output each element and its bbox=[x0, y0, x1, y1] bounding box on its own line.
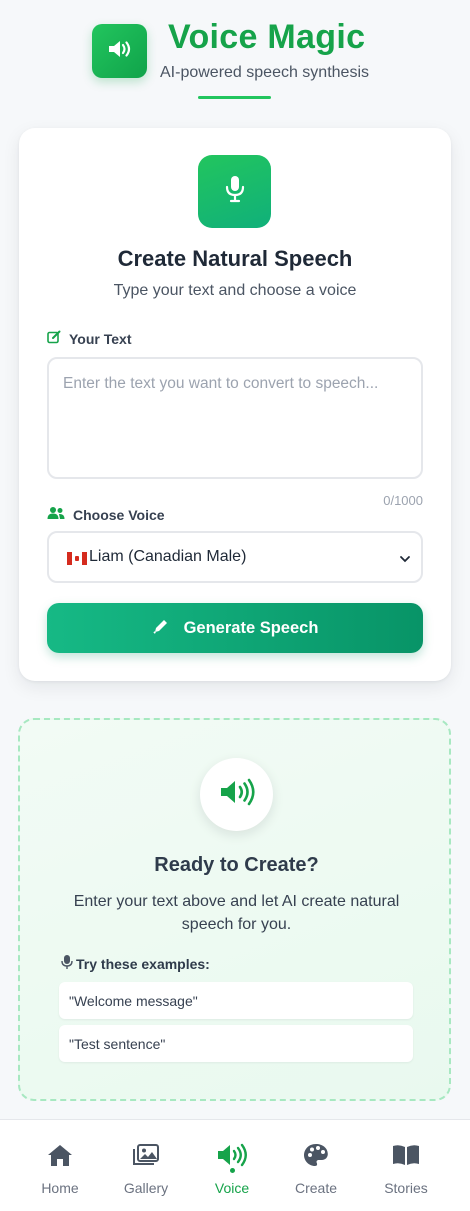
voice-select-value: Liam (Canadian Male) bbox=[89, 548, 247, 565]
users-icon bbox=[47, 506, 65, 523]
nav-home-label: Home bbox=[41, 1180, 79, 1196]
nav-home[interactable]: Home bbox=[20, 1120, 100, 1211]
edit-icon bbox=[47, 330, 61, 347]
app-title: Voice Magic bbox=[168, 18, 366, 56]
nav-voice[interactable]: Voice bbox=[192, 1120, 272, 1211]
text-field-label: Your Text bbox=[47, 330, 132, 347]
ready-text: Enter your text above and let AI create … bbox=[73, 893, 400, 933]
app-subtitle: AI-powered speech synthesis bbox=[160, 64, 369, 81]
nav-create-label: Create bbox=[294, 1180, 338, 1196]
generate-button-label: Generate Speech bbox=[183, 618, 319, 637]
generate-speech-button[interactable]: Generate Speech bbox=[47, 603, 423, 653]
nav-voice-label: Voice bbox=[214, 1180, 250, 1196]
voice-label: Choose Voice bbox=[73, 506, 165, 523]
nav-gallery[interactable]: Gallery bbox=[106, 1120, 186, 1211]
ready-icon-circle bbox=[200, 758, 273, 831]
ready-title: Ready to Create? bbox=[154, 854, 319, 876]
studio-microphone-icon bbox=[60, 954, 74, 973]
speech-text-input[interactable] bbox=[47, 357, 423, 479]
palette-icon bbox=[303, 1142, 329, 1168]
card-subtitle: Type your text and choose a voice bbox=[113, 282, 357, 299]
speaker-icon bbox=[216, 1142, 248, 1168]
nav-create[interactable]: Create bbox=[276, 1120, 356, 1211]
chevron-down-icon bbox=[399, 551, 411, 569]
nav-stories[interactable]: Stories bbox=[366, 1120, 446, 1211]
examples-label: Try these examples: bbox=[60, 954, 210, 973]
create-speech-card: Create Natural Speech Type your text and… bbox=[19, 128, 451, 681]
active-indicator-dot bbox=[230, 1168, 235, 1173]
app-logo bbox=[92, 24, 147, 78]
nav-stories-label: Stories bbox=[384, 1180, 428, 1196]
app-header: Voice Magic AI-powered speech synthesis bbox=[0, 0, 470, 110]
nav-gallery-label: Gallery bbox=[123, 1180, 169, 1196]
speaker-icon bbox=[219, 778, 255, 811]
example-item[interactable]: "Test sentence" bbox=[59, 1025, 413, 1062]
examples-label-text: Try these examples: bbox=[76, 955, 210, 972]
voice-page: Voice Magic AI-powered speech synthesis … bbox=[0, 0, 470, 1211]
canada-flag-icon bbox=[67, 551, 87, 565]
text-label: Your Text bbox=[69, 330, 132, 347]
voice-select[interactable]: Liam (Canadian Male) bbox=[47, 531, 423, 583]
ready-panel: Ready to Create? Enter your text above a… bbox=[18, 718, 451, 1101]
bottom-nav: Home Gallery Voice Create Stories bbox=[0, 1119, 470, 1211]
speaker-icon bbox=[107, 38, 133, 65]
microphone-icon bbox=[224, 174, 246, 209]
example-item[interactable]: "Welcome message" bbox=[59, 982, 413, 1019]
gallery-icon bbox=[132, 1142, 160, 1168]
card-icon-box bbox=[198, 155, 271, 228]
title-underline bbox=[198, 96, 271, 99]
book-icon bbox=[392, 1142, 420, 1168]
home-icon bbox=[46, 1142, 74, 1168]
pencil-icon bbox=[152, 617, 170, 640]
char-count: 0/1000 bbox=[383, 493, 423, 508]
card-title: Create Natural Speech bbox=[117, 246, 353, 271]
voice-field-label: Choose Voice bbox=[47, 506, 165, 523]
